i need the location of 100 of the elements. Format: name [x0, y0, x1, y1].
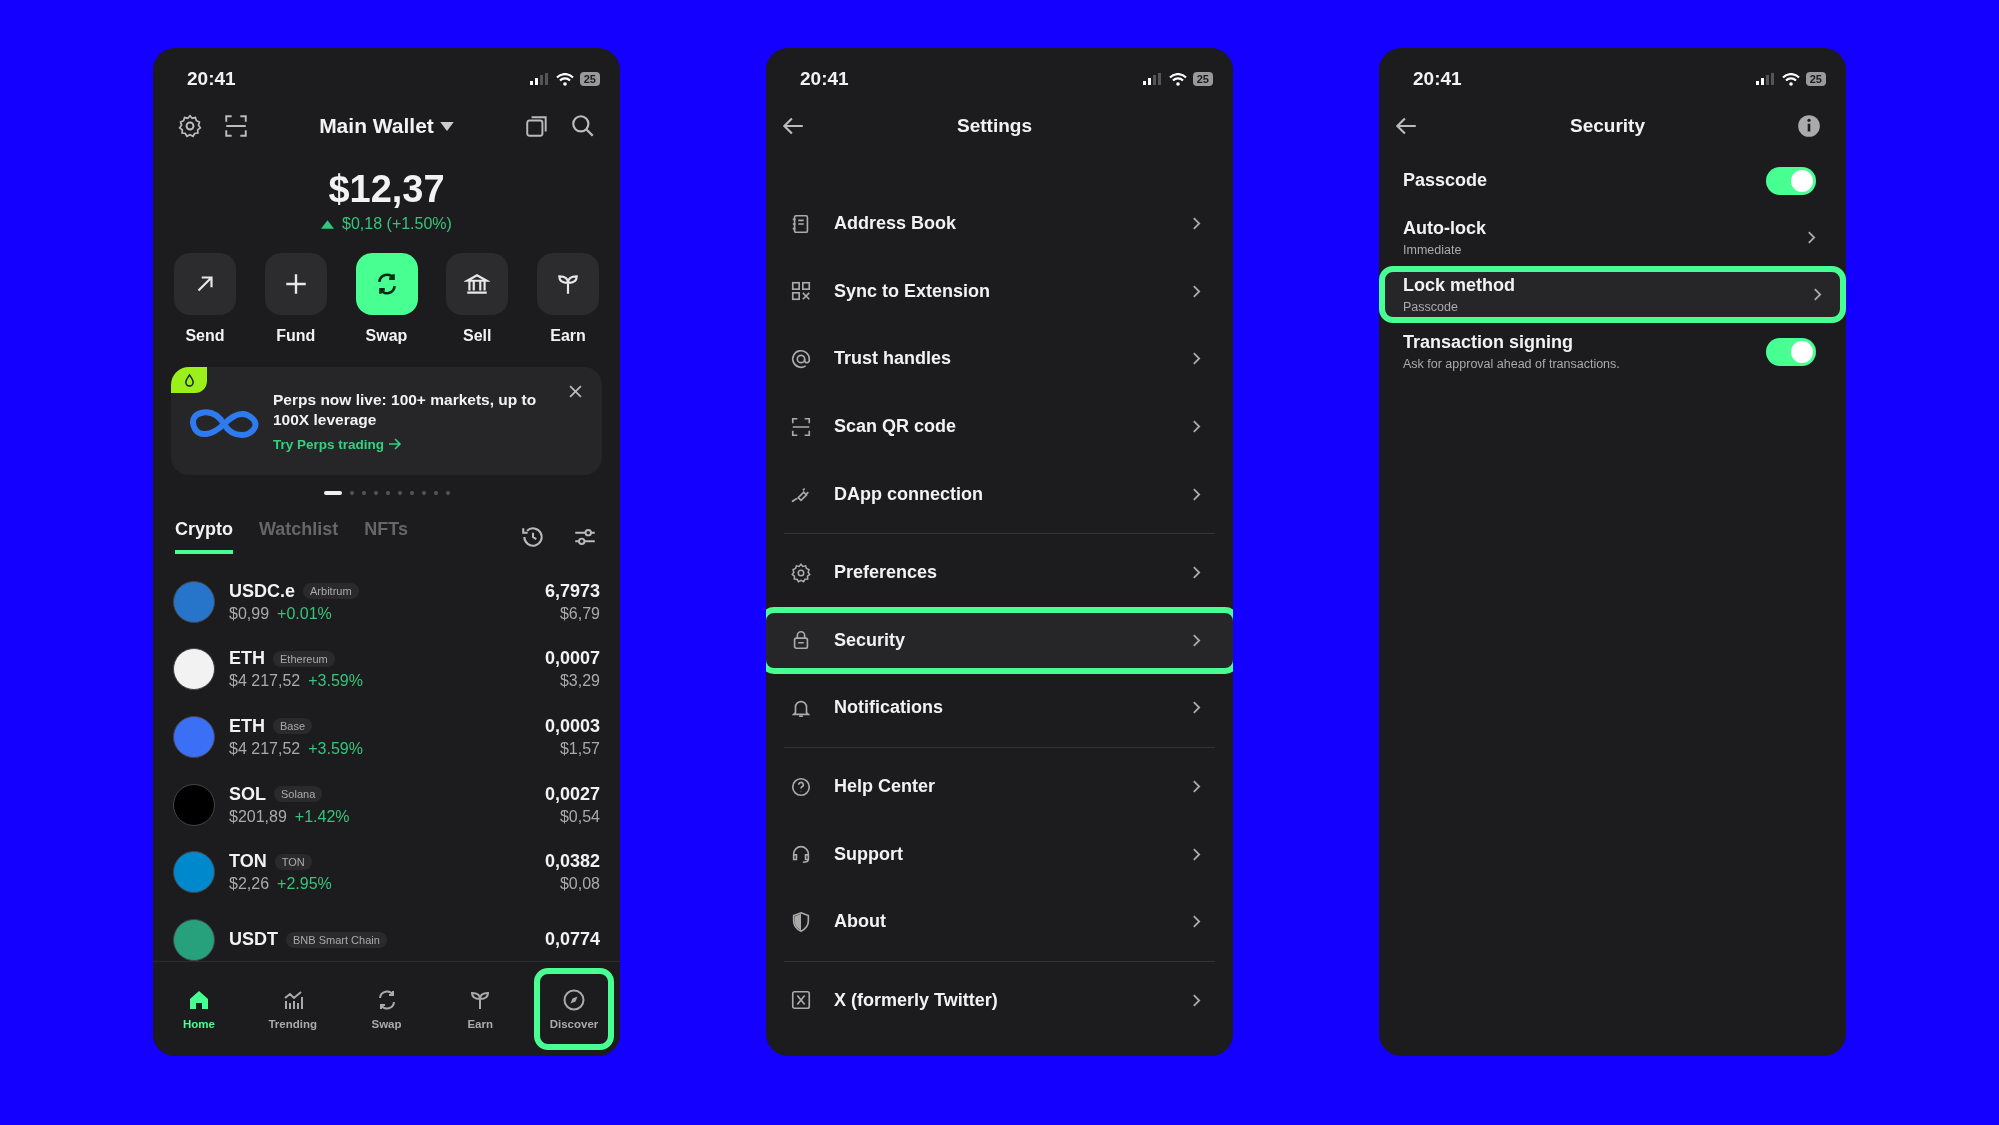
action-button[interactable] — [355, 253, 418, 315]
nav-tab[interactable]: Trending — [252, 968, 333, 1050]
token-amount: 0,0774 — [544, 929, 600, 951]
screen-title: Settings — [956, 115, 1033, 137]
settings-item[interactable]: Trust handles — [778, 325, 1221, 393]
token-value: $0,54 — [559, 807, 600, 826]
pager-dot[interactable] — [397, 491, 402, 495]
setting-icon — [790, 561, 812, 584]
pager-dot[interactable] — [385, 491, 390, 495]
chevron-icon — [1807, 230, 1816, 245]
price-change: +3.59% — [308, 672, 363, 691]
pager-dot[interactable] — [349, 491, 354, 495]
setting-icon — [790, 989, 812, 1012]
pager-dot[interactable] — [445, 491, 450, 495]
token-price: $2,26 — [229, 875, 270, 894]
battery-level: 25 — [1192, 72, 1213, 86]
chevron-icon — [1192, 486, 1201, 502]
price-change: +3.59% — [308, 740, 363, 758]
settings-icon[interactable] — [177, 113, 203, 139]
token-price: $4 217,52 — [229, 672, 301, 691]
option-row[interactable]: Auto-lock Immediate — [1391, 209, 1834, 266]
pager-dot[interactable] — [409, 491, 414, 495]
asset-tab[interactable]: Crypto — [175, 519, 233, 554]
pager-dot[interactable] — [373, 491, 378, 495]
promo-banner[interactable]: Perps now live: 100+ markets, up to 100X leverage Try Perps trading — [171, 367, 602, 475]
home-icon — [187, 988, 211, 1012]
network-tag: BNB Smart Chain — [286, 931, 387, 948]
banner-link[interactable]: Try Perps trading — [273, 436, 562, 452]
settings-item[interactable]: Preferences — [778, 538, 1221, 607]
settings-item[interactable]: Notifications — [778, 674, 1221, 742]
settings-item[interactable]: Support — [778, 820, 1221, 888]
status-time: 20:41 — [800, 68, 849, 90]
signal-icon — [529, 73, 550, 85]
action-label: Fund — [276, 327, 316, 345]
settings-item[interactable]: Security — [766, 606, 1233, 675]
nav-tab[interactable]: Home — [159, 968, 239, 1050]
settings-item[interactable]: Scan QR code — [778, 392, 1221, 461]
nav-tab[interactable]: Earn — [440, 968, 521, 1050]
action-button[interactable] — [537, 253, 599, 315]
token-value: $1,57 — [559, 740, 600, 758]
toggle-switch[interactable] — [1766, 166, 1816, 195]
option-row[interactable]: Lock method Passcode — [1379, 266, 1846, 323]
settings-item[interactable]: Sync to Extension — [778, 257, 1221, 326]
chevron-icon — [1192, 632, 1201, 648]
action-button[interactable] — [446, 253, 509, 315]
search-icon[interactable] — [570, 113, 596, 139]
token-symbol: ETH — [229, 648, 265, 670]
token-symbol: USDT — [229, 929, 278, 951]
token-amount: 0,0027 — [544, 783, 600, 805]
compass-icon — [562, 988, 586, 1012]
scan-icon[interactable] — [223, 113, 249, 139]
pager-dot[interactable] — [421, 491, 426, 495]
pager-dot[interactable] — [361, 491, 366, 495]
price-change: +2.95% — [277, 875, 332, 894]
settings-item[interactable]: Address Book — [778, 190, 1221, 258]
wallet-selector[interactable]: Main Wallet — [269, 113, 504, 139]
network-tag: Solana — [274, 786, 323, 803]
item-subtitle: Ask for approval ahead of transactions. — [1403, 357, 1621, 371]
item-label: Lock method — [1403, 275, 1516, 296]
settings-item[interactable]: X (formerly Twitter) — [778, 966, 1221, 1035]
caret-icon — [439, 121, 454, 131]
network-tag: Ethereum — [273, 650, 335, 667]
chevron-icon — [1192, 419, 1201, 435]
settings-item[interactable]: DApp connection — [778, 460, 1221, 528]
settings-item[interactable]: Help Center — [778, 752, 1221, 821]
wifi-icon — [555, 72, 574, 86]
option-row[interactable]: Passcode — [1391, 152, 1834, 209]
item-label: Passcode — [1403, 170, 1489, 191]
toggle-switch[interactable] — [1766, 337, 1816, 366]
item-label: Transaction signing — [1403, 332, 1575, 353]
up-triangle-icon — [321, 219, 335, 229]
chevron-icon — [1192, 914, 1201, 930]
info-icon[interactable] — [1796, 113, 1822, 139]
action-label: Swap — [365, 327, 408, 345]
token-amount: 0,0003 — [544, 716, 600, 737]
option-row[interactable]: Transaction signing Ask for approval ahead of transactions. — [1391, 323, 1834, 380]
battery-level: 25 — [1805, 72, 1826, 86]
token-value: $3,29 — [559, 672, 600, 691]
wifi-icon — [1168, 72, 1187, 86]
token-price: $201,89 — [229, 807, 287, 826]
settings-item[interactable]: About — [778, 887, 1221, 956]
screen-title: Security — [1569, 115, 1646, 137]
copy-icon[interactable] — [524, 113, 550, 139]
drop-badge — [171, 367, 207, 393]
token-amount: 0,0382 — [544, 851, 600, 873]
balance-amount: $12,37 — [327, 168, 446, 211]
network-tag: Arbitrum — [303, 583, 359, 600]
signal-icon — [1755, 73, 1776, 85]
nav-tab[interactable]: Swap — [346, 968, 427, 1050]
price-change: +0.01% — [277, 604, 332, 623]
nav-tab[interactable]: Discover — [534, 968, 614, 1050]
network-tag: Base — [273, 718, 313, 735]
chevron-icon — [1192, 779, 1201, 795]
pager-dot[interactable] — [433, 491, 438, 495]
setting-icon — [790, 843, 812, 866]
price-change: +1.42% — [294, 807, 350, 826]
item-label: Auto-lock — [1403, 218, 1487, 239]
setting-icon — [790, 348, 812, 370]
close-icon[interactable] — [569, 385, 582, 398]
wifi-icon — [1781, 72, 1800, 86]
